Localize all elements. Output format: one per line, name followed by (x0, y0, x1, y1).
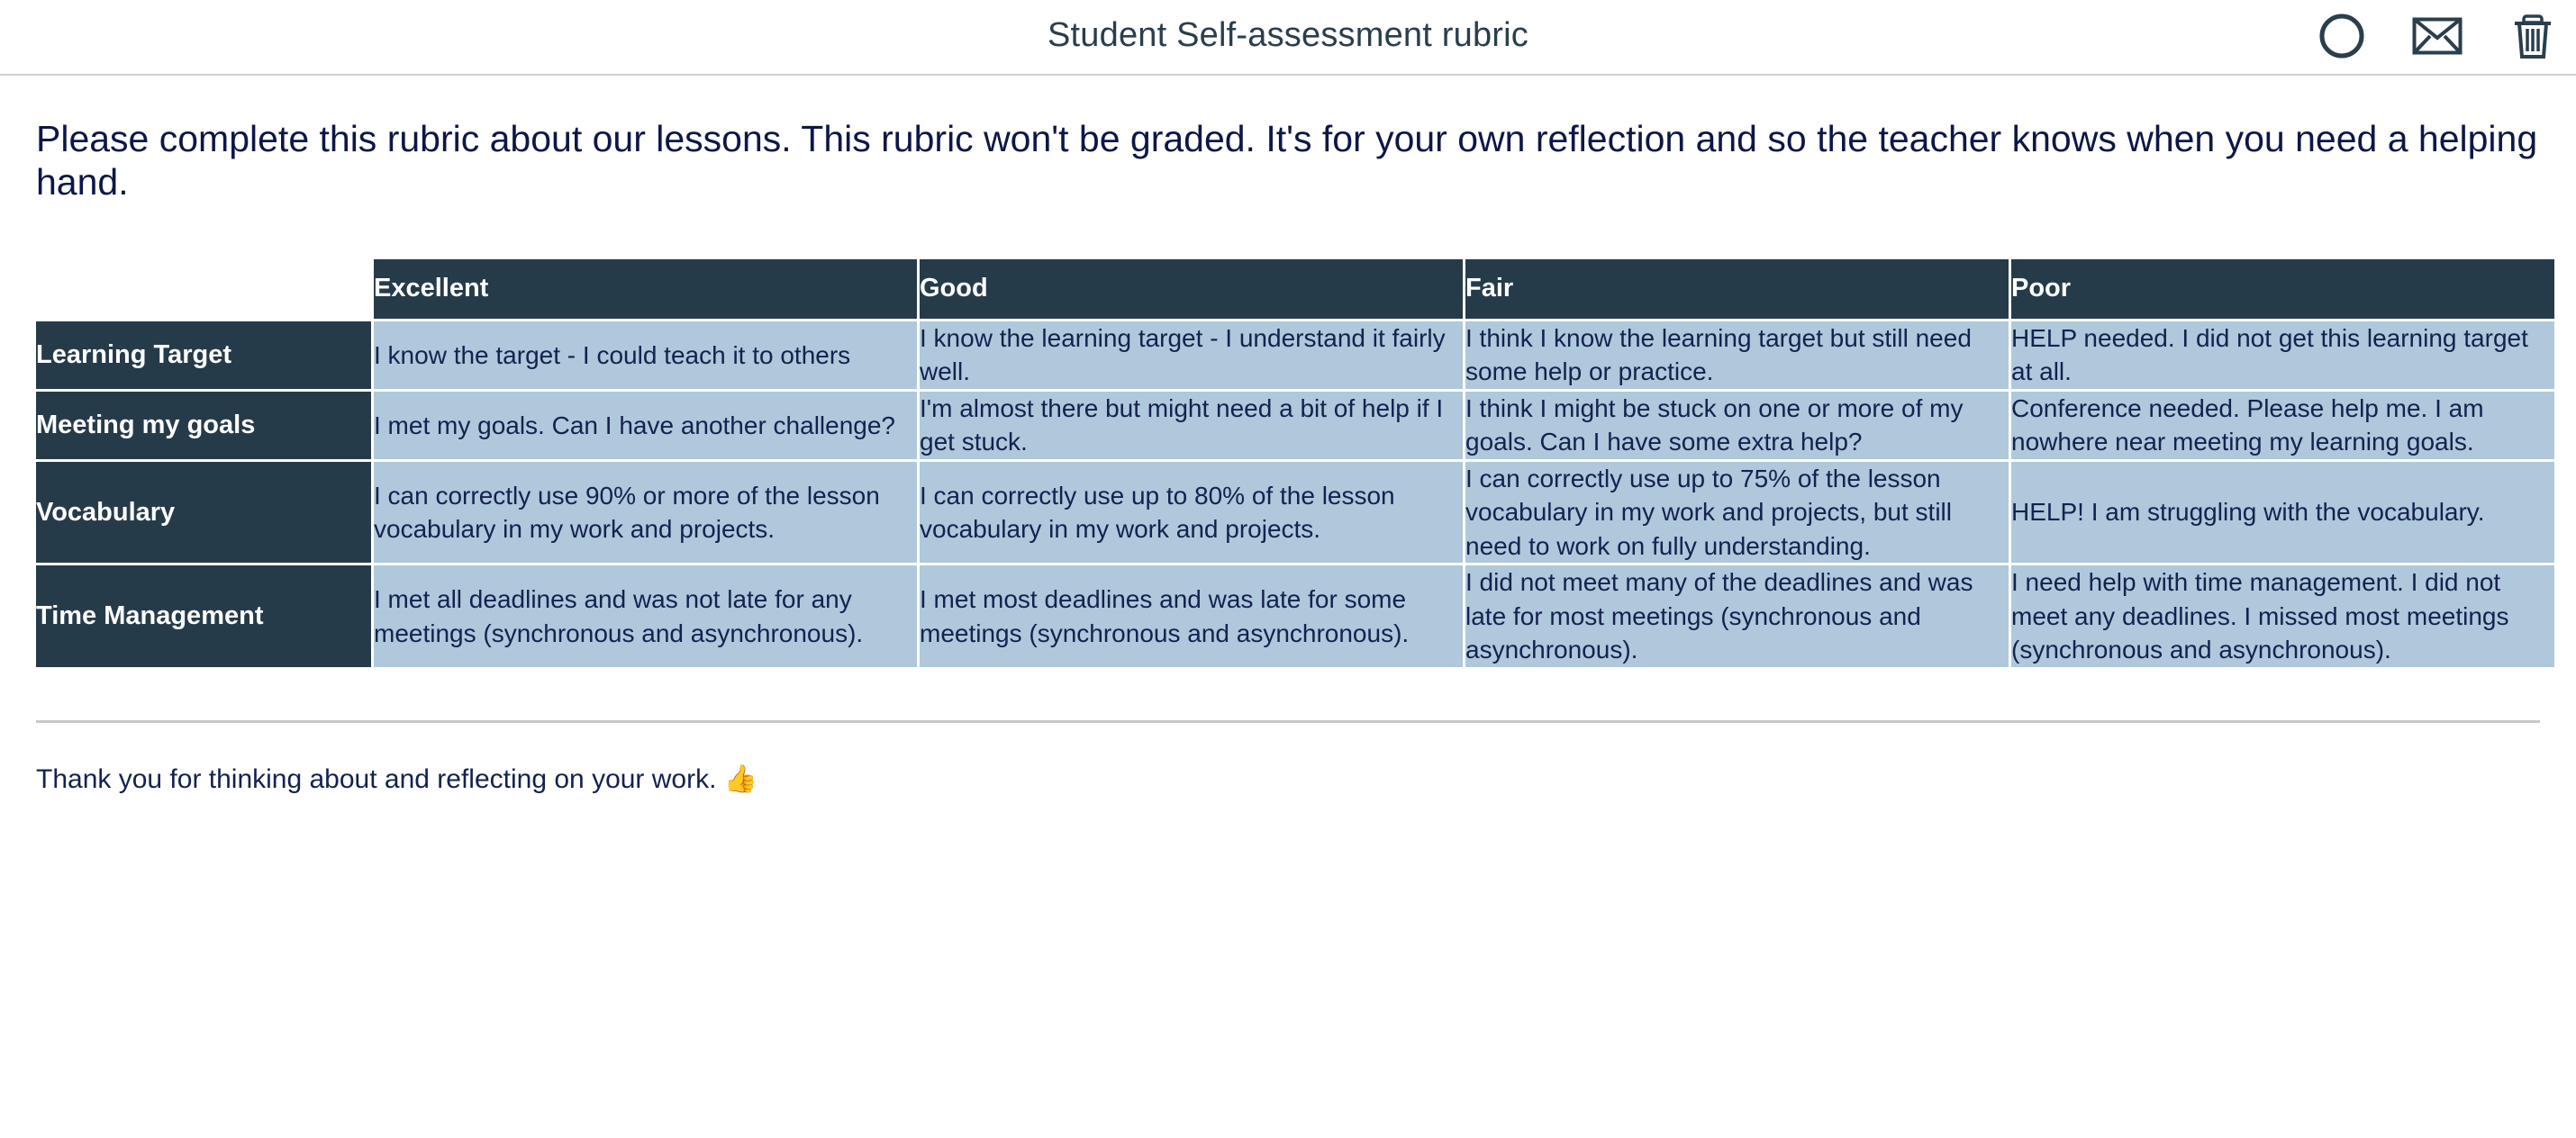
app-header-bar: Student Self-assessment rubric (0, 0, 2576, 76)
rubric-cell[interactable]: I think I might be stuck on one or more … (1465, 391, 2009, 459)
rubric-cell[interactable]: I can correctly use 90% or more of the l… (374, 461, 917, 564)
rubric-cell[interactable]: I met all deadlines and was not late for… (374, 565, 917, 667)
column-header-fair: Fair (1465, 258, 2009, 319)
rubric-table-head: Excellent Good Fair Poor (36, 258, 2554, 319)
mail-icon[interactable] (2408, 7, 2466, 65)
footer-message: Thank you for thinking about and reflect… (36, 764, 2540, 795)
column-header-excellent: Excellent (374, 258, 917, 319)
profile-circle-icon[interactable] (2313, 7, 2371, 65)
row-header-vocabulary: Vocabulary (36, 461, 371, 564)
table-corner-cell (36, 258, 371, 319)
column-header-good: Good (920, 258, 1463, 319)
footer-divider (36, 719, 2540, 723)
table-row: Time Management I met all deadlines and … (36, 565, 2554, 667)
rubric-cell[interactable]: HELP needed. I did not get this learning… (2011, 321, 2554, 389)
rubric-cell[interactable]: I'm almost there but might need a bit of… (920, 391, 1463, 459)
row-header-meeting-my-goals: Meeting my goals (36, 391, 371, 459)
header-actions (2313, 7, 2562, 65)
table-header-row: Excellent Good Fair Poor (36, 258, 2554, 319)
rubric-cell[interactable]: I know the learning target - I understan… (920, 321, 1463, 389)
rubric-cell[interactable]: Conference needed. Please help me. I am … (2011, 391, 2554, 459)
table-row: Learning Target I know the target - I co… (36, 321, 2554, 389)
rubric-cell[interactable]: I can correctly use up to 75% of the les… (1465, 461, 2009, 564)
instructions-paragraph: Please complete this rubric about our le… (36, 118, 2538, 203)
table-row: Meeting my goals I met my goals. Can I h… (36, 391, 2554, 459)
rubric-cell[interactable]: I did not meet many of the deadlines and… (1465, 565, 2009, 667)
rubric-cell[interactable]: I think I know the learning target but s… (1465, 321, 2009, 389)
rubric-cell[interactable]: I can correctly use up to 80% of the les… (920, 461, 1463, 564)
rubric-table: Excellent Good Fair Poor Learning Target… (33, 257, 2557, 670)
rubric-table-container: Excellent Good Fair Poor Learning Target… (36, 257, 2554, 670)
row-header-time-management: Time Management (36, 565, 371, 667)
row-header-learning-target: Learning Target (36, 321, 371, 389)
rubric-cell[interactable]: I met most deadlines and was late for so… (920, 565, 1463, 667)
page-body: Please complete this rubric about our le… (0, 117, 2576, 795)
rubric-cell[interactable]: I met my goals. Can I have another chall… (374, 391, 917, 459)
thumbs-up-icon: 👍 (723, 763, 758, 794)
rubric-cell[interactable]: I need help with time management. I did … (2011, 565, 2554, 667)
rubric-table-body: Learning Target I know the target - I co… (36, 321, 2554, 667)
page-title: Student Self-assessment rubric (1047, 16, 1528, 54)
rubric-cell[interactable]: I know the target - I could teach it to … (374, 321, 917, 389)
column-header-poor: Poor (2011, 258, 2554, 319)
footer-text: Thank you for thinking about and reflect… (36, 763, 717, 794)
rubric-cell[interactable]: HELP! I am struggling with the vocabular… (2011, 461, 2554, 564)
trash-icon[interactable] (2504, 7, 2562, 65)
table-row: Vocabulary I can correctly use 90% or mo… (36, 461, 2554, 564)
